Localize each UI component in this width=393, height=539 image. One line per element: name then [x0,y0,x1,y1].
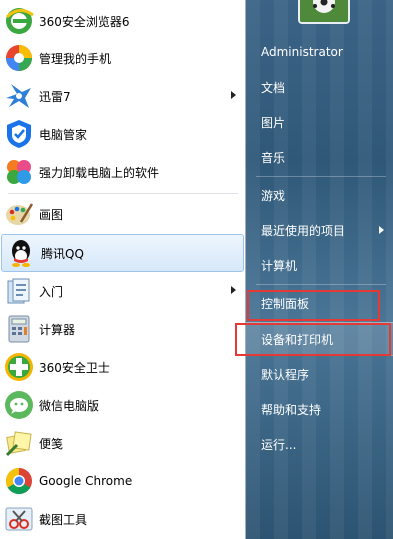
program-label: 截图工具 [39,512,88,527]
place-administrator[interactable]: Administrator [246,35,393,69]
program-qq[interactable]: 腾讯QQ [1,234,244,272]
place-label: 帮助和支持 [261,402,322,417]
program-calculator[interactable]: 计算器 [0,310,246,348]
program-360-safe[interactable]: 360安全卫士 [0,348,246,386]
place-documents[interactable]: 文档 [246,70,393,104]
place-label: Administrator [261,45,343,59]
place-label: 音乐 [261,150,286,165]
program-label: 计算器 [39,322,76,337]
xunlei-icon [6,84,31,108]
place-label: 最近使用的项目 [261,223,346,238]
uninstaller-icon [7,160,31,184]
soccer-ball-icon [300,0,348,22]
program-paint[interactable]: 画图 [0,195,246,233]
pc-manager-icon [7,120,31,148]
sticky-notes-icon [5,431,32,457]
program-pc-manager[interactable]: 电脑管家 [0,115,246,153]
place-default-programs[interactable]: 默认程序 [246,357,393,391]
place-label: 文档 [261,80,286,95]
program-label: 迅雷7 [39,89,71,104]
program-phone-manager[interactable]: 管理我的手机 [0,39,246,77]
separator [256,176,386,177]
getting-started-icon [7,278,30,304]
program-360-browser[interactable]: 360安全浏览器6 [0,2,246,40]
program-label: 微信电脑版 [39,398,100,413]
annotation-box-control-panel [247,290,380,321]
annotation-box-devices-printers [235,323,391,356]
place-run[interactable]: 运行... [246,427,393,461]
safe-360-icon [5,353,33,381]
program-label: 便笺 [39,436,64,451]
submenu-arrow-icon [231,286,236,294]
calculator-icon [8,315,30,343]
place-label: 运行... [261,437,297,452]
program-label: 腾讯QQ [41,246,84,261]
place-label: 计算机 [261,258,298,273]
place-games[interactable]: 游戏 [246,178,393,212]
place-recent-items[interactable]: 最近使用的项目 [246,213,393,247]
place-computer[interactable]: 计算机 [246,248,393,282]
program-getting-started[interactable]: 入门 [0,272,246,310]
chrome-icon [5,467,32,495]
place-label: 游戏 [261,188,286,203]
snipping-tool-icon [5,507,33,531]
program-label: 入门 [39,284,64,299]
submenu-arrow-icon [231,91,236,99]
program-wechat[interactable]: 微信电脑版 [0,386,246,424]
paint-icon [6,203,34,225]
qq-icon [12,240,30,267]
separator [8,193,238,194]
program-label: 强力卸载电脑上的软件 [39,165,160,180]
program-label: 360安全浏览器6 [39,14,130,29]
programs-pane: 360安全浏览器6 管理我的手机 迅雷7 电脑管家 强力卸载电脑上的软件 画图 … [0,0,246,539]
program-label: 电脑管家 [39,127,88,142]
wechat-icon [5,391,33,419]
phone-manager-icon [6,45,32,71]
program-google-chrome[interactable]: Google Chrome [0,462,246,500]
place-label: 默认程序 [261,367,310,382]
program-label: Google Chrome [39,474,133,488]
place-music[interactable]: 音乐 [246,140,393,174]
submenu-arrow-icon [379,226,384,234]
program-snipping-tool[interactable]: 截图工具 [0,500,246,538]
program-label: 360安全卫士 [39,360,110,375]
program-xunlei[interactable]: 迅雷7 [0,77,246,115]
places-pane: Administrator 文档 图片 音乐 游戏 最近使用的项目 计算机 控制… [246,0,393,539]
separator [256,284,386,285]
program-label: 画图 [39,207,64,222]
place-label: 图片 [261,115,286,130]
place-help-support[interactable]: 帮助和支持 [246,392,393,426]
user-avatar[interactable] [298,0,350,24]
program-uninstaller[interactable]: 强力卸载电脑上的软件 [0,153,246,191]
browser-360-icon [5,8,34,34]
program-sticky-notes[interactable]: 便笺 [0,424,246,462]
program-label: 管理我的手机 [39,51,112,66]
place-pictures[interactable]: 图片 [246,105,393,139]
